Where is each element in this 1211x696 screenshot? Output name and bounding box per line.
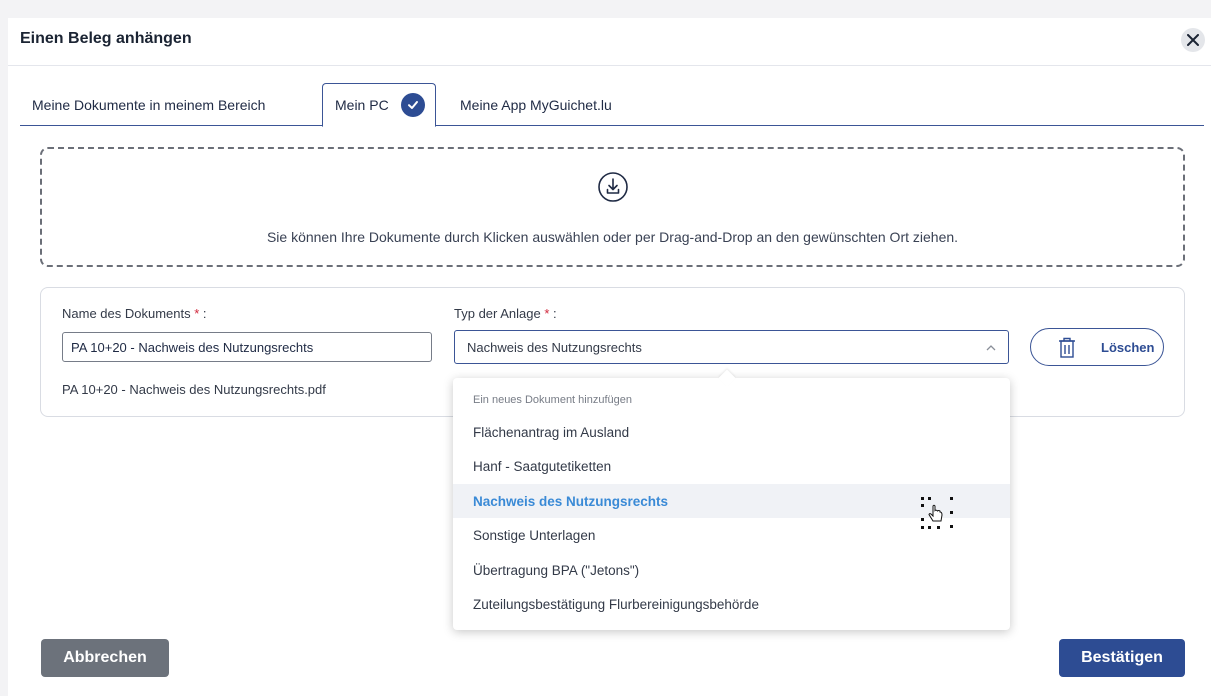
tab-label: Mein PC [335, 97, 389, 113]
delete-button[interactable]: Löschen [1030, 328, 1164, 366]
cancel-button[interactable]: Abbrechen [41, 639, 169, 677]
dialog-title: Einen Beleg anhängen [20, 30, 192, 47]
confirm-button[interactable]: Bestätigen [1059, 639, 1185, 677]
document-name-label: Name des Dokuments * : [62, 306, 207, 321]
file-dropzone[interactable]: Sie können Ihre Dokumente durch Klicken … [40, 147, 1185, 267]
tab-label: Meine App MyGuichet.lu [460, 96, 612, 113]
source-tabs: Meine Dokumente in meinem Bereich Mein P… [20, 83, 1204, 127]
tab-my-pc[interactable]: Mein PC [322, 83, 436, 127]
dropdown-option[interactable]: Hanf - Saatgutetiketten [453, 449, 1010, 483]
label-suffix: : [199, 306, 207, 321]
dropdown-group-label: Ein neues Dokument hinzufügen [473, 394, 632, 406]
close-icon [1187, 34, 1199, 46]
dropdown-option[interactable]: Zuteilungsbestätigung Flurbereinigungsbe… [453, 587, 1010, 621]
dialog-header: Einen Beleg anhängen [8, 18, 1211, 66]
attachment-type-label: Typ der Anlage * : [454, 306, 557, 321]
select-value: Nachweis des Nutzungsrechts [467, 340, 642, 355]
dropdown-option[interactable]: Übertragung BPA ("Jetons") [453, 553, 1010, 587]
label-text: Name des Dokuments [62, 306, 191, 321]
attachment-type-select[interactable]: Nachweis des Nutzungsrechts [454, 330, 1009, 364]
chevron-up-icon [986, 345, 996, 351]
document-name-input[interactable] [62, 332, 432, 362]
label-suffix: : [549, 306, 557, 321]
hand-pointer-icon [921, 497, 953, 529]
check-circle-icon [401, 93, 425, 117]
trash-icon [1059, 337, 1075, 358]
attach-document-dialog: Einen Beleg anhängen Meine Dokumente in … [8, 18, 1211, 696]
dropzone-text: Sie können Ihre Dokumente durch Klicken … [266, 229, 959, 245]
close-button[interactable] [1181, 28, 1205, 52]
tab-my-documents[interactable]: Meine Dokumente in meinem Bereich [32, 83, 265, 126]
download-icon [598, 172, 628, 202]
dropdown-option[interactable]: Flächenantrag im Ausland [453, 415, 1010, 449]
tab-label: Meine Dokumente in meinem Bereich [32, 96, 266, 113]
attached-file-name: PA 10+20 - Nachweis des Nutzungsrechts.p… [62, 382, 326, 397]
delete-label: Löschen [1101, 340, 1155, 355]
tab-my-app[interactable]: Meine App MyGuichet.lu [460, 83, 612, 126]
label-text: Typ der Anlage [454, 306, 541, 321]
